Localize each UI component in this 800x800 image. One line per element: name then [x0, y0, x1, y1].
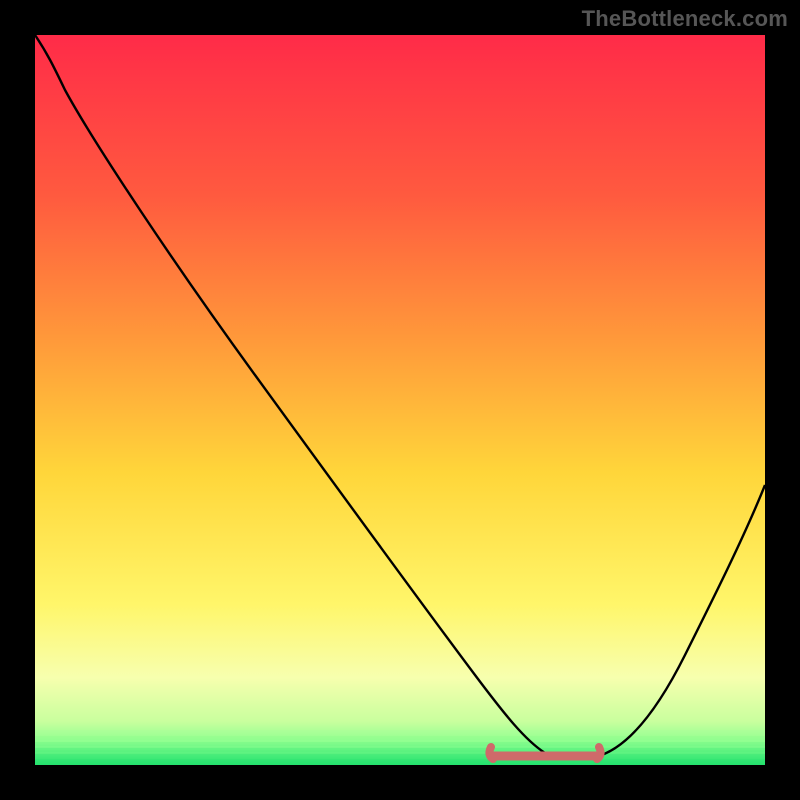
plot-svg	[35, 35, 765, 765]
gradient-background	[35, 35, 765, 765]
watermark-text: TheBottleneck.com	[582, 6, 788, 32]
chart-frame: TheBottleneck.com	[0, 0, 800, 800]
plot-area	[35, 35, 765, 765]
